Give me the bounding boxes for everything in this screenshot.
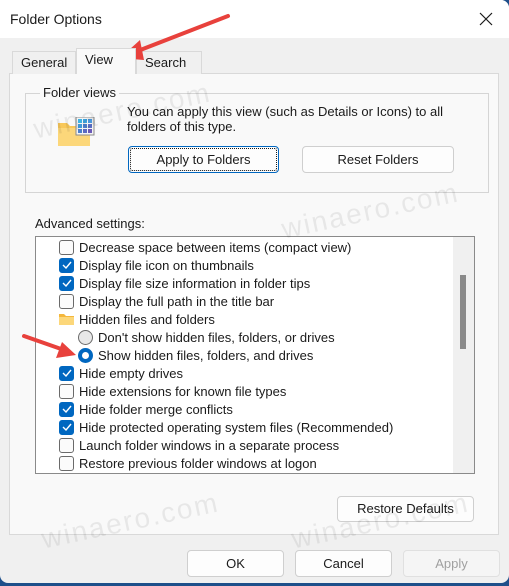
list-item-label: Show hidden files, folders, and drives: [98, 347, 314, 363]
apply-button[interactable]: Apply: [403, 550, 500, 577]
radio[interactable]: [78, 329, 93, 345]
list-item[interactable]: Hide extensions for known file types: [59, 382, 286, 400]
folder-views-description: You can apply this view (such as Details…: [127, 104, 444, 134]
list-item-label: Restore previous folder windows at logon: [79, 455, 317, 471]
scrollbar-thumb[interactable]: [460, 275, 466, 349]
advanced-settings-label: Advanced settings:: [35, 216, 145, 231]
list-item[interactable]: Show hidden files, folders, and drives: [78, 346, 313, 364]
checkbox-checked[interactable]: [59, 257, 74, 273]
list-item-label: Display the full path in the title bar: [79, 293, 275, 309]
list-item-label: Launch folder windows in a separate proc…: [79, 437, 340, 453]
list-item-label: Hide extensions for known file types: [79, 383, 287, 399]
list-item-label: Decrease space between items (compact vi…: [79, 239, 352, 255]
checkbox-checked[interactable]: [59, 419, 74, 435]
checkmark-icon: [62, 405, 72, 413]
apply-to-folders-button[interactable]: Apply to Folders: [128, 146, 279, 173]
list-item[interactable]: Hide folder merge conflicts: [59, 400, 233, 418]
checkmark-icon: [62, 423, 72, 431]
checkmark-icon: [62, 279, 72, 287]
folder-options-dialog: Folder Options General View Search Folde…: [0, 0, 509, 583]
list-item[interactable]: Display file icon on thumbnails: [59, 256, 254, 274]
checkmark-icon: [62, 369, 72, 377]
checkbox[interactable]: [59, 383, 74, 399]
list-item[interactable]: Decrease space between items (compact vi…: [59, 238, 351, 256]
tab-view[interactable]: View: [76, 48, 136, 74]
cancel-button[interactable]: Cancel: [295, 550, 392, 577]
list-item[interactable]: Restore previous folder windows at logon: [59, 454, 317, 472]
list-item[interactable]: Display the full path in the title bar: [59, 292, 274, 310]
title-bar: Folder Options: [0, 0, 509, 38]
list-item[interactable]: Hide empty drives: [59, 364, 183, 382]
checkmark-icon: [62, 261, 72, 269]
checkbox[interactable]: [59, 239, 74, 255]
list-item: Hidden files and folders: [59, 310, 215, 328]
window-title: Folder Options: [10, 11, 102, 27]
list-item-label: Display file icon on thumbnails: [79, 257, 254, 273]
list-item-label: Display file size information in folder …: [79, 275, 311, 291]
reset-folders-button[interactable]: Reset Folders: [302, 146, 454, 173]
checkbox[interactable]: [59, 455, 74, 471]
scrollbar[interactable]: [453, 237, 474, 473]
checkbox[interactable]: [59, 293, 74, 309]
tab-search[interactable]: Search: [136, 51, 202, 74]
list-item-label: Hide protected operating system files (R…: [79, 419, 394, 435]
list-item-label: Don't show hidden files, folders, or dri…: [98, 329, 335, 345]
tab-general[interactable]: General: [12, 51, 76, 74]
restore-defaults-button[interactable]: Restore Defaults: [337, 496, 474, 522]
list-item[interactable]: Display file size information in folder …: [59, 274, 310, 292]
folder-view-icon: [58, 117, 95, 146]
folder-icon: [59, 314, 74, 325]
checkbox-checked[interactable]: [59, 365, 74, 381]
checkbox[interactable]: [59, 437, 74, 453]
folder-views-legend: Folder views: [40, 85, 119, 100]
ok-button[interactable]: OK: [187, 550, 284, 577]
list-item-label: Hide empty drives: [79, 365, 184, 381]
close-button[interactable]: [471, 6, 501, 32]
list-item-label: Hidden files and folders: [79, 311, 215, 327]
checkbox-checked[interactable]: [59, 401, 74, 417]
radio-selected[interactable]: [78, 347, 93, 363]
advanced-settings-list[interactable]: Decrease space between items (compact vi…: [35, 236, 475, 474]
list-item[interactable]: Hide protected operating system files (R…: [59, 418, 393, 436]
list-item-label: Hide folder merge conflicts: [79, 401, 233, 417]
checkbox-checked[interactable]: [59, 275, 74, 291]
list-item[interactable]: Launch folder windows in a separate proc…: [59, 436, 339, 454]
close-icon: [479, 12, 493, 26]
list-item[interactable]: Don't show hidden files, folders, or dri…: [78, 328, 335, 346]
